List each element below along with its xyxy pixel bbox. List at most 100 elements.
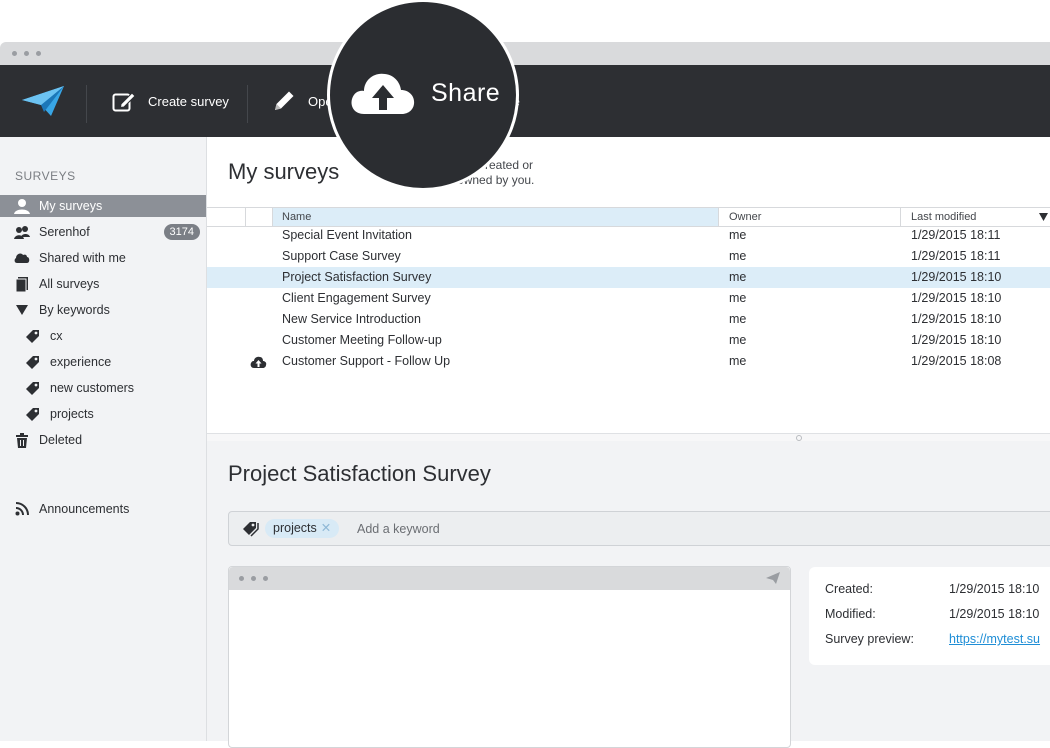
cell-modified: 1/29/2015 18:10 [911,291,1002,305]
cell-owner: me [729,333,747,347]
table-header: Name Owner Last modified [207,207,1050,227]
sidebar-item-keyword-new-customers[interactable]: new customers [0,377,206,399]
keyword-bar: projects ✕ [228,511,1050,546]
cloud-upload-icon [250,356,267,368]
remove-keyword-icon[interactable]: ✕ [321,521,331,535]
modified-value: 1/29/2015 18:10 [949,607,1040,621]
window-dot [263,576,268,581]
sidebar-item-announcements[interactable]: Announcements [0,498,206,520]
sidebar-item-keyword-cx[interactable]: cx [0,325,206,347]
create-survey-button[interactable]: Create survey [112,65,229,137]
sidebar-item-label: cx [50,329,63,343]
sidebar-heading: SURVEYS [15,169,76,183]
sidebar-item-label: Serenhof [39,225,90,239]
column-separator [900,208,901,226]
window-title-bar [0,42,1050,65]
open-label: Ope [308,93,333,109]
cell-name: Customer Support - Follow Up [282,354,451,368]
toolbar-separator [247,85,248,123]
detail-title: Project Satisfaction Survey [228,461,491,486]
window-dot [36,51,41,56]
tag-icon [24,328,40,344]
cell-owner: me [729,270,747,284]
sidebar-item-label: Deleted [39,433,83,447]
cell-name: Client Engagement Survey [282,291,431,305]
table-row[interactable]: Support Case Survey me 1/29/2015 18:11 [207,246,1050,267]
sidebar-item-label: All surveys [39,277,100,291]
created-label: Created: [825,582,873,596]
column-header-last-modified[interactable]: Last modified [911,208,1031,226]
sidebar-item-all-surveys[interactable]: All surveys [0,273,206,295]
tag-icon [24,406,40,422]
cell-owner: me [729,228,747,242]
sidebar-item-keyword-experience[interactable]: experience [0,351,206,373]
table-row[interactable]: New Service Introduction me 1/29/2015 18… [207,309,1050,330]
sidebar-item-deleted[interactable]: Deleted [0,429,206,451]
sidebar-item-shared-with-me[interactable]: Shared with me [0,247,206,269]
sidebar-item-label: Shared with me [39,251,126,265]
sidebar-item-serenhof[interactable]: Serenhof 3174 [0,221,206,243]
cell-name: Support Case Survey [282,249,401,263]
add-keyword-input[interactable] [357,519,657,538]
cell-name: New Service Introduction [282,312,421,326]
sidebar-item-keyword-projects[interactable]: projects [0,403,206,425]
table-row[interactable]: Client Engagement Survey me 1/29/2015 18… [207,288,1050,309]
sort-descending-icon[interactable] [1039,213,1048,221]
cell-name: Customer Meeting Follow-up [282,333,442,347]
created-value: 1/29/2015 18:10 [949,582,1040,596]
open-button[interactable]: Ope [272,65,333,137]
sidebar-item-label: Announcements [39,502,130,516]
survey-info-card: Created: 1/29/2015 18:10 Modified: 1/29/… [809,567,1050,665]
cell-name: Special Event Invitation [282,228,412,242]
table-row[interactable]: Special Event Invitation me 1/29/2015 18… [207,225,1050,246]
keyword-tag[interactable]: projects ✕ [265,519,340,538]
survey-preview-link[interactable]: https://mytest.su [949,632,1040,646]
cell-modified: 1/29/2015 18:08 [911,354,1002,368]
column-header-name[interactable]: Name [273,208,718,226]
column-separator [245,208,246,226]
trash-icon [14,432,30,448]
cell-modified: 1/29/2015 18:11 [911,249,1001,263]
share-label: Share [431,79,501,107]
user-icon [14,198,30,214]
page-subtitle-line: owned by you. [457,173,535,187]
toolbar: Create survey Ope te [0,65,1050,137]
window-dot [239,576,244,581]
cell-modified: 1/29/2015 18:10 [911,333,1002,347]
survey-preview-label: Survey preview: [825,632,914,646]
cell-owner: me [729,291,747,305]
tags-icon [243,522,259,537]
toolbar-separator [86,85,87,123]
documents-icon [14,276,30,292]
window-dot [24,51,29,56]
table-row-selected[interactable]: Project Satisfaction Survey me 1/29/2015… [207,267,1050,288]
sidebar-item-label: My surveys [39,199,103,213]
sidebar-item-label: projects [50,407,94,421]
detail-panel: Project Satisfaction Survey projects ✕ A… [207,441,1050,748]
cell-owner: me [729,312,747,326]
cell-name: Project Satisfaction Survey [282,270,432,284]
sidebar-item-label: experience [50,355,112,369]
table-row[interactable]: Customer Meeting Follow-up me 1/29/2015 … [207,330,1050,351]
window-dot [251,576,256,581]
window-dot [12,51,17,56]
column-header-owner[interactable]: Owner [729,208,899,226]
keyword-tag-label: projects [273,521,317,535]
cell-modified: 1/29/2015 18:10 [911,270,1002,284]
cloud-upload-icon [351,73,415,114]
modified-label: Modified: [825,607,876,621]
rss-icon [14,501,30,517]
sidebar-item-my-surveys[interactable]: My surveys [0,195,206,217]
tag-icon [24,354,40,370]
share-button[interactable]: Share [330,2,516,188]
cloud-icon [14,250,30,266]
create-survey-label: Create survey [148,93,229,109]
column-separator [718,208,719,226]
survey-preview-window [228,566,791,748]
tag-icon [24,380,40,396]
table-row[interactable]: Customer Support - Follow Up me 1/29/201… [207,351,1050,372]
sidebar-item-by-keywords[interactable]: By keywords [0,299,206,321]
pencil-icon [275,91,294,110]
main-panel: My surveys eys created or owned by you. … [207,137,1050,748]
count-badge: 3174 [163,224,200,240]
